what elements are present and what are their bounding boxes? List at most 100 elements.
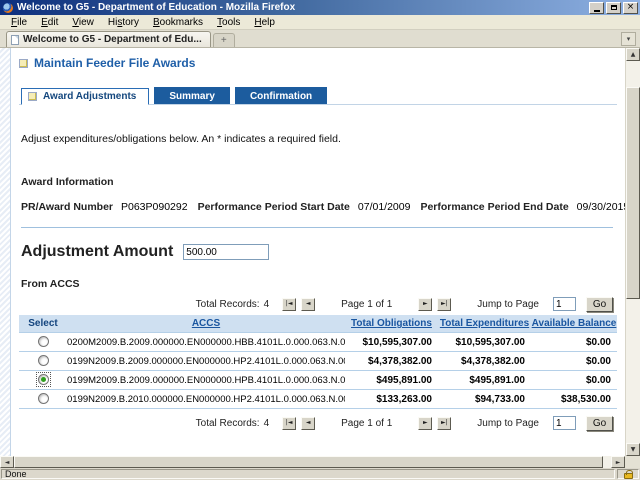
menu-edit[interactable]: Edit <box>34 16 65 29</box>
vertical-scroll-track[interactable] <box>626 61 640 443</box>
form-icon <box>28 92 37 101</box>
available-balance-value: $0.00 <box>531 337 617 348</box>
row-select-radio[interactable] <box>38 336 49 347</box>
pagination-bar-bottom: Total Records: 4 |◄ ◄ Page 1 of 1 ► ►| J… <box>19 415 617 431</box>
pr-award-number-value: P063P090292 <box>121 201 188 213</box>
horizontal-scroll-track[interactable] <box>14 456 611 468</box>
security-panel <box>617 469 639 479</box>
browser-tab[interactable]: Welcome to G5 - Department of Edu... <box>6 31 211 47</box>
page-info: Page 1 of 1 <box>341 418 392 429</box>
total-obligations-value: $4,378,382.00 <box>345 356 438 367</box>
accs-table: Select ACCS Total Obligations Total Expe… <box>19 315 617 409</box>
menu-history[interactable]: History <box>101 16 146 29</box>
firefox-icon <box>3 3 13 13</box>
available-balance-value: $38,530.00 <box>531 394 617 405</box>
tab-summary[interactable]: Summary <box>154 87 230 104</box>
browser-window: Welcome to G5 - Department of Education … <box>0 0 640 480</box>
pagination-bar-top: Total Records: 4 |◄ ◄ Page 1 of 1 ► ►| J… <box>19 296 617 312</box>
scroll-right-icon[interactable]: ► <box>611 456 625 468</box>
prev-page-button[interactable]: ◄ <box>301 298 315 311</box>
total-obligations-sort-link[interactable]: Total Obligations <box>351 318 432 329</box>
menu-help[interactable]: Help <box>247 16 282 29</box>
vertical-scroll-thumb[interactable] <box>626 87 640 299</box>
scroll-left-icon[interactable]: ◄ <box>0 456 14 468</box>
horizontal-scroll-thumb[interactable] <box>14 456 603 468</box>
close-button[interactable]: × <box>623 2 638 14</box>
total-obligations-value: $133,263.00 <box>345 394 438 405</box>
lock-icon <box>624 473 633 479</box>
total-obligations-value: $10,595,307.00 <box>345 337 438 348</box>
tab-award-adjustments[interactable]: Award Adjustments <box>21 88 149 105</box>
available-balance-value: $0.00 <box>531 375 617 386</box>
content-area: Maintain Feeder File Awards Award Adjust… <box>0 48 640 456</box>
table-header-row: Select ACCS Total Obligations Total Expe… <box>19 315 617 333</box>
accs-value: 0199N2009.B.2009.000000.EN000000.HP2.410… <box>67 356 345 367</box>
page-icon <box>11 35 19 45</box>
adjustment-amount-input[interactable] <box>183 244 269 260</box>
new-tab-button[interactable]: + <box>213 33 235 47</box>
menu-bookmarks[interactable]: Bookmarks <box>146 16 210 29</box>
award-information-heading: Award Information <box>21 176 617 188</box>
minimize-button[interactable] <box>589 2 604 14</box>
page-title: Maintain Feeder File Awards <box>34 56 195 70</box>
jump-to-page-input[interactable] <box>553 297 576 311</box>
performance-start-value: 07/01/2009 <box>358 201 411 213</box>
accs-value: 0200M2009.B.2009.000000.EN000000.HBB.410… <box>67 337 345 348</box>
scroll-down-icon[interactable]: ▼ <box>626 443 640 456</box>
table-row: 0199M2009.B.2009.000000.EN000000.HPB.410… <box>19 371 617 390</box>
jump-to-page-label: Jump to Page <box>477 418 539 429</box>
status-bar: Done <box>0 468 640 480</box>
adjustment-amount-label: Adjustment Amount <box>21 243 173 261</box>
menu-bar: File Edit View History Bookmarks Tools H… <box>0 15 640 30</box>
status-panel: Done <box>1 469 615 479</box>
minimize-icon <box>594 10 600 12</box>
window-title: Welcome to G5 - Department of Education … <box>17 2 587 13</box>
total-expenditures-value: $4,378,382.00 <box>438 356 531 367</box>
browser-tab-strip: Welcome to G5 - Department of Edu... + ▾ <box>0 30 640 48</box>
restore-button[interactable] <box>606 2 621 14</box>
go-button[interactable]: Go <box>586 297 613 312</box>
from-accs-label: From ACCS <box>21 278 617 290</box>
next-page-button[interactable]: ► <box>418 417 432 430</box>
go-button[interactable]: Go <box>586 416 613 431</box>
first-page-button[interactable]: |◄ <box>282 417 296 430</box>
first-page-button[interactable]: |◄ <box>282 298 296 311</box>
total-obligations-value: $495,891.00 <box>345 375 438 386</box>
table-row: 0199N2009.B.2010.000000.EN000000.HP2.410… <box>19 390 617 409</box>
menu-tools[interactable]: Tools <box>210 16 247 29</box>
total-expenditures-value: $94,733.00 <box>438 394 531 405</box>
available-balance-sort-link[interactable]: Available Balance <box>532 318 617 329</box>
tab-confirmation[interactable]: Confirmation <box>235 87 327 104</box>
prev-page-button[interactable]: ◄ <box>301 417 315 430</box>
menu-file[interactable]: File <box>4 16 34 29</box>
row-select-radio[interactable] <box>38 374 49 385</box>
total-expenditures-value: $495,891.00 <box>438 375 531 386</box>
vertical-scrollbar[interactable]: ▲ ▼ <box>625 48 640 456</box>
accs-value: 0199N2009.B.2010.000000.EN000000.HP2.410… <box>67 394 345 405</box>
select-column-header: Select <box>19 318 67 329</box>
accs-value: 0199M2009.B.2009.000000.EN000000.HPB.410… <box>67 375 345 386</box>
total-records-label: Total Records: <box>196 299 260 310</box>
menu-view[interactable]: View <box>65 16 101 29</box>
accs-sort-link[interactable]: ACCS <box>192 318 220 329</box>
award-info-row: PR/Award Number P063P090292 Performance … <box>21 201 617 213</box>
status-text: Done <box>5 470 27 479</box>
available-balance-header: Available Balance <box>531 318 617 329</box>
scrollbar-corner <box>625 456 640 468</box>
section-divider <box>21 227 613 228</box>
row-select-radio[interactable] <box>38 393 49 404</box>
title-bar: Welcome to G5 - Department of Education … <box>0 0 640 15</box>
last-page-button[interactable]: ►| <box>437 298 451 311</box>
performance-end-value: 09/30/2015 <box>577 201 625 213</box>
page-info: Page 1 of 1 <box>341 299 392 310</box>
browser-tab-label: Welcome to G5 - Department of Edu... <box>23 34 202 45</box>
jump-to-page-input[interactable] <box>553 416 576 430</box>
horizontal-scrollbar[interactable]: ◄ ► <box>0 456 640 468</box>
scroll-up-icon[interactable]: ▲ <box>626 48 640 61</box>
last-page-button[interactable]: ►| <box>437 417 451 430</box>
list-all-tabs-button[interactable]: ▾ <box>621 32 636 46</box>
next-page-button[interactable]: ► <box>418 298 432 311</box>
total-expenditures-sort-link[interactable]: Total Expenditures <box>440 318 529 329</box>
row-select-radio[interactable] <box>38 355 49 366</box>
performance-start-label: Performance Period Start Date <box>198 201 350 213</box>
